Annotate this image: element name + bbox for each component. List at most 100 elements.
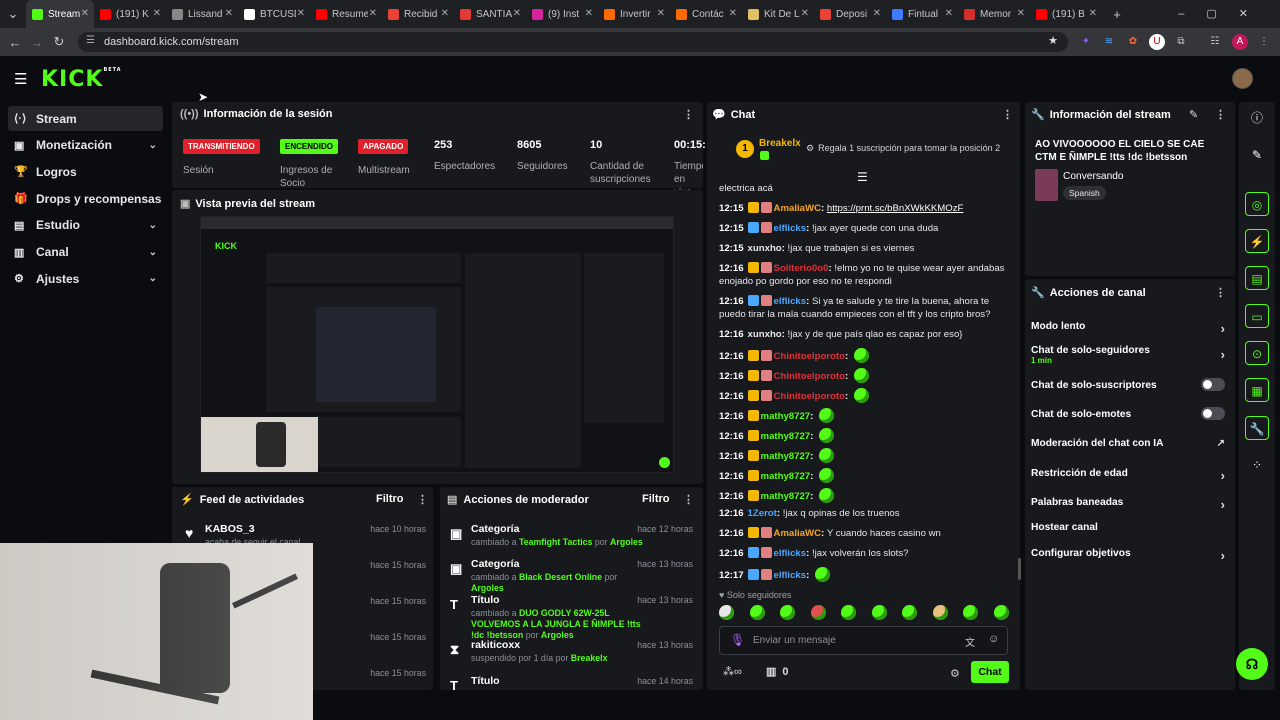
chat-username[interactable]: Soliterio0o0 — [774, 263, 829, 274]
sidebar-item-gear[interactable]: ⚙ Ajustes ⌄ — [8, 266, 163, 291]
chat-username[interactable]: Chinitoelporoto — [774, 371, 845, 382]
chat-message[interactable]: 12:15 elflicks: !jax ayer quede con una d… — [719, 222, 1015, 235]
bolt-icon[interactable]: ⚡ — [1245, 229, 1269, 253]
chat-message[interactable]: 12:16 elflicks: !jax volverán los slots? — [719, 547, 1015, 560]
layout-icon[interactable]: ▦ — [1245, 378, 1269, 402]
new-tab-button[interactable]: + — [1102, 7, 1132, 22]
puzzle-icon[interactable]: ⧉ — [1173, 34, 1189, 50]
detail-user[interactable]: Argoles — [471, 583, 504, 593]
extension-icon[interactable]: ≋ — [1101, 34, 1117, 50]
chat-message[interactable]: 12:16 mathy8727: — [719, 448, 1015, 463]
browser-tab[interactable]: Lissand ✕ — [166, 0, 238, 28]
channel-action-item[interactable]: Configurar objetivos › — [1031, 548, 1231, 563]
support-headset-icon[interactable]: ☊ — [1236, 648, 1268, 680]
chat-username[interactable]: mathy8727 — [761, 431, 811, 442]
detail-user[interactable]: Breakelx — [571, 653, 608, 663]
extension-icon[interactable]: ✿ — [1125, 34, 1141, 50]
streaminfo-more-icon[interactable]: ⋮ — [1215, 108, 1226, 121]
chat-message[interactable]: 12:15 xunxho: !jax que trabajen si es vie… — [719, 242, 1015, 255]
tab-close-icon[interactable]: ✕ — [297, 8, 305, 19]
url-input[interactable]: ☰ dashboard.kick.com/stream ★ — [78, 32, 1068, 52]
browser-tab[interactable]: Recibid ✕ — [382, 0, 454, 28]
browser-tab[interactable]: Memor ✕ — [958, 0, 1030, 28]
emote-icon[interactable] — [902, 605, 918, 620]
chat-username[interactable]: Chinitoelporoto — [774, 391, 845, 402]
pencil-icon[interactable]: ✎ — [1245, 143, 1269, 167]
chat-message[interactable]: 12:16 mathy8727: — [719, 428, 1015, 443]
kick-logo[interactable]: KICKBETA — [41, 67, 122, 92]
gift-count-display[interactable]: ▥ 0 — [766, 665, 789, 678]
target-icon[interactable]: ◎ — [1245, 192, 1269, 216]
browser-tab[interactable]: Invertir ✕ — [598, 0, 670, 28]
tab-close-icon[interactable]: ✕ — [729, 8, 737, 19]
stream-category[interactable]: Conversando — [1063, 171, 1124, 182]
points-display[interactable]: ⁂∞ — [723, 665, 742, 678]
chat-username[interactable]: xunxho — [748, 243, 782, 254]
sidebar-item-trophy[interactable]: 🏆 Logros — [8, 159, 163, 184]
stream-preview-video[interactable]: KICK — [200, 216, 674, 473]
tab-close-icon[interactable]: ✕ — [513, 8, 521, 19]
chat-username[interactable]: mathy8727 — [761, 491, 811, 502]
sidebar-item-stream[interactable]: ⟨·⟩ Stream — [8, 106, 163, 131]
leaderboard-user[interactable]: Breakelx — [759, 138, 801, 149]
chat-more-icon[interactable]: ⋮ — [1002, 108, 1013, 121]
chat-message[interactable]: 12:16 AmaliaWC: Y cuando haces casino wn — [719, 527, 1015, 540]
tab-close-icon[interactable]: ✕ — [1089, 8, 1097, 19]
browser-tab[interactable]: SANTIA ✕ — [454, 0, 526, 28]
tab-close-icon[interactable]: ✕ — [81, 8, 89, 19]
reading-list-icon[interactable]: ☷ — [1207, 34, 1223, 50]
modactions-filter-button[interactable]: Filtro — [642, 493, 670, 505]
emote-icon[interactable] — [932, 605, 948, 620]
reload-icon[interactable]: ↻ — [48, 34, 70, 50]
hamburger-icon[interactable]: ☰ — [14, 70, 27, 88]
chat-username[interactable]: elflicks — [774, 548, 807, 559]
apps-icon[interactable]: ⁘ — [1245, 453, 1269, 477]
tab-close-icon[interactable]: ✕ — [585, 8, 593, 19]
feed-more-icon[interactable]: ⋮ — [417, 493, 428, 506]
edit-icon[interactable]: ✎ — [1189, 108, 1198, 121]
extension-icon[interactable]: ✦ — [1078, 34, 1094, 50]
tab-close-icon[interactable]: ✕ — [873, 8, 881, 19]
tab-close-icon[interactable]: ✕ — [369, 8, 377, 19]
tab-close-icon[interactable]: ✕ — [153, 8, 161, 19]
chat-username[interactable]: elflicks — [774, 570, 807, 581]
translate-icon[interactable]: 文 — [965, 634, 975, 649]
window-controls[interactable]: –▢✕ — [1178, 7, 1270, 20]
browser-tab[interactable]: (191) B ✕ — [1030, 0, 1102, 28]
forward-icon[interactable]: → — [26, 35, 48, 50]
user-avatar[interactable] — [1232, 68, 1253, 89]
tab-close-icon[interactable]: ✕ — [441, 8, 449, 19]
browser-tab[interactable]: (9) Inst ✕ — [526, 0, 598, 28]
chat-username[interactable]: AmaliaWC — [774, 528, 821, 539]
sidebar-item-studio[interactable]: ▤ Estudio ⌄ — [8, 213, 163, 238]
modactions-more-icon[interactable]: ⋮ — [683, 493, 694, 506]
browser-tab[interactable]: Fintual ✕ — [886, 0, 958, 28]
back-icon[interactable]: ← — [4, 35, 26, 50]
emote-icon[interactable] — [871, 605, 887, 620]
tab-search-icon[interactable]: ⌄ — [0, 6, 26, 22]
channelactions-more-icon[interactable]: ⋮ — [1215, 286, 1226, 299]
chat-message[interactable]: 12:16 1Zerot: !jax q opinas de los trueno… — [719, 507, 1015, 520]
chat-scrollbar[interactable] — [1018, 558, 1021, 580]
chat-message[interactable]: 12:16 elflicks: Si ya te salude y te tire… — [719, 295, 1015, 321]
channel-action-item[interactable]: Modo lento › — [1031, 321, 1231, 336]
chat-message[interactable]: 12:17 elflicks: — [719, 567, 1015, 582]
browser-tab[interactable]: BTCUSD✕ — [238, 0, 310, 28]
browser-tab[interactable]: (191) K ✕ — [94, 0, 166, 28]
emoji-icon[interactable]: ☺ — [988, 633, 999, 645]
emote-icon[interactable] — [810, 605, 826, 620]
document-icon[interactable]: ▤ — [1245, 266, 1269, 290]
browser-tab[interactable]: Stream ✕ — [26, 0, 94, 28]
feed-filter-button[interactable]: Filtro — [376, 493, 404, 505]
tab-close-icon[interactable]: ✕ — [945, 8, 953, 19]
chat-message[interactable]: 12:16 Soliterio0o0: !elmo yo no te quise … — [719, 262, 1015, 288]
tab-close-icon[interactable]: ✕ — [225, 8, 233, 19]
chat-username[interactable]: AmaliaWC — [774, 203, 821, 214]
browser-tab[interactable]: Deposi ✕ — [814, 0, 886, 28]
chat-message[interactable]: 12:15 AmaliaWC: https://prnt.sc/bBnXWkKKM… — [719, 202, 1015, 215]
info-icon[interactable]: ⓘ — [1245, 106, 1269, 130]
channel-action-item[interactable]: Hostear canal — [1031, 522, 1231, 533]
detail-user[interactable]: Argoles — [541, 630, 574, 640]
toggle-switch[interactable] — [1201, 378, 1225, 391]
channel-action-item[interactable]: Chat de solo-seguidores 1 min › — [1031, 345, 1231, 365]
